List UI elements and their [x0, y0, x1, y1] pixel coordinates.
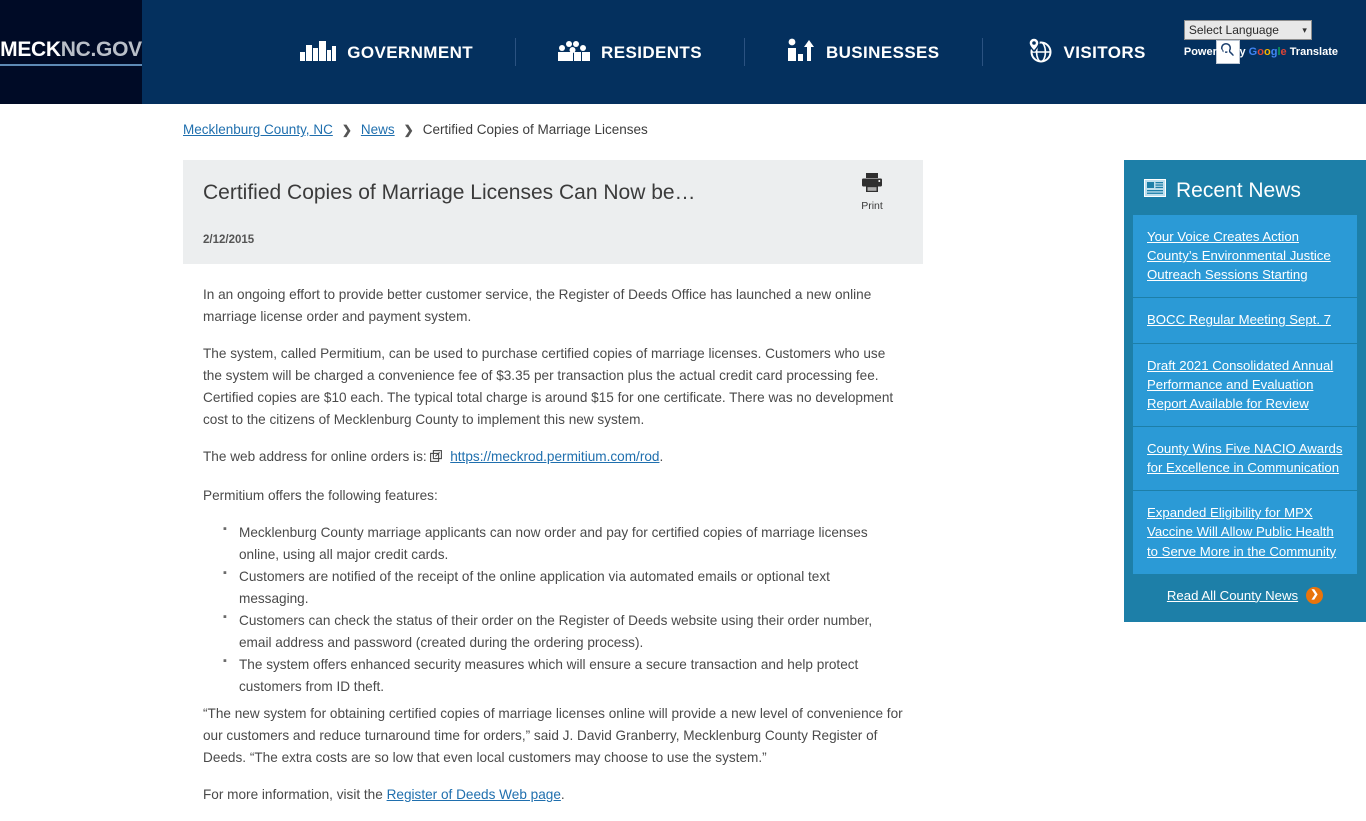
nav-label-residents: RESIDENTS — [601, 42, 702, 62]
breadcrumb-item-home[interactable]: Mecklenburg County, NC — [183, 122, 333, 137]
nav-item-government[interactable]: GOVERNMENT — [258, 39, 515, 66]
read-all-news-row: Read All County News ❯ — [1133, 574, 1357, 608]
printer-icon — [861, 173, 883, 197]
language-widget: Select Language ▾ Powered by Google Tran… — [1183, 20, 1338, 58]
features-list: Mecklenburg County marriage applicants c… — [223, 521, 903, 698]
business-person-arrow-icon — [787, 38, 815, 67]
print-button[interactable]: Print — [861, 172, 883, 212]
news-link[interactable]: BOCC Regular Meeting Sept. 7 — [1147, 310, 1343, 329]
list-item[interactable]: Draft 2021 Consolidated Annual Performan… — [1133, 344, 1357, 427]
quote-paragraph: “The new system for obtaining certified … — [203, 705, 903, 765]
more-information-paragraph: For more information, visit the Register… — [203, 784, 903, 806]
logo-secondary: NC.GOV — [60, 38, 142, 61]
people-group-icon — [558, 39, 591, 66]
logo-primary: MECK — [0, 38, 61, 61]
page-content: Certified Copies of Marriage Licenses Ca… — [183, 160, 1366, 821]
chevron-down-icon: ▾ — [1302, 24, 1307, 35]
recent-news-list: Your Voice Creates Action County’s Envir… — [1133, 215, 1357, 574]
site-header: MECKNC.GOV GOVERNMENT RESIDENTS BUSINESS… — [0, 0, 1366, 104]
print-label: Print — [861, 200, 883, 212]
buildings-icon — [300, 39, 337, 66]
nav-label-government: GOVERNMENT — [347, 42, 474, 62]
list-item[interactable]: Expanded Eligibility for MPX Vaccine Wil… — [1133, 491, 1357, 573]
nav-item-visitors[interactable]: VISITORS — [983, 36, 1188, 68]
site-logo[interactable]: MECKNC.GOV — [0, 0, 142, 104]
breadcrumb-separator: ❯ — [403, 122, 414, 137]
language-selected-value: Select Language — [1188, 23, 1279, 37]
list-item: Customers can check the status of their … — [223, 609, 903, 654]
list-item: Customers are notified of the receipt of… — [223, 565, 903, 610]
news-link[interactable]: Expanded Eligibility for MPX Vaccine Wil… — [1147, 503, 1343, 560]
news-article: Certified Copies of Marriage Licenses Ca… — [183, 160, 923, 821]
breadcrumb: Mecklenburg County, NC ❯ News ❯ Certifie… — [183, 122, 648, 137]
nav-label-businesses: BUSINESSES — [825, 42, 940, 62]
article-paragraph-2: The system, called Permitium, can be use… — [203, 346, 894, 428]
article-date: 2/12/2015 — [203, 234, 255, 247]
more-info-prefix: For more information, visit the — [203, 786, 383, 802]
language-select[interactable]: Select Language ▾ — [1183, 20, 1312, 40]
read-all-county-news-link[interactable]: Read All County News — [1167, 588, 1298, 603]
chevron-right-icon[interactable]: ❯ — [1306, 586, 1324, 604]
list-item[interactable]: County Wins Five NACIO Awards for Excell… — [1133, 427, 1357, 492]
features-intro: Permitium offers the following features: — [203, 488, 438, 504]
recent-news-sidebar: Recent News Your Voice Creates Action Co… — [1124, 160, 1366, 622]
web-address-prefix: The web address for online orders is: — [203, 449, 427, 465]
article-paragraph-1: In an ongoing effort to provide better c… — [203, 287, 872, 325]
primary-navigation: GOVERNMENT RESIDENTS BUSINESSES VISITORS — [142, 0, 1366, 104]
list-item: Mecklenburg County marriage applicants c… — [223, 521, 903, 566]
page-title: Certified Copies of Marriage Licenses Ca… — [203, 181, 696, 204]
news-link[interactable]: County Wins Five NACIO Awards for Excell… — [1147, 439, 1343, 477]
article-body: In an ongoing effort to provide better c… — [183, 264, 923, 805]
register-of-deeds-link[interactable]: Register of Deeds Web page — [387, 787, 561, 802]
breadcrumb-item-news[interactable]: News — [361, 122, 395, 137]
news-link[interactable]: Draft 2021 Consolidated Annual Performan… — [1147, 356, 1343, 413]
sidebar-title: Recent News — [1176, 178, 1301, 202]
nav-label-visitors: VISITORS — [1063, 42, 1146, 62]
article-header: Certified Copies of Marriage Licenses Ca… — [183, 160, 923, 265]
breadcrumb-item-current: Certified Copies of Marriage Licenses — [422, 122, 648, 137]
external-link-icon — [430, 450, 447, 466]
list-item: The system offers enhanced security meas… — [223, 653, 903, 698]
powered-by-text: Powered by — [1183, 46, 1246, 58]
nav-item-businesses[interactable]: BUSINESSES — [745, 38, 982, 67]
more-info-suffix: . — [560, 786, 565, 802]
news-link[interactable]: Your Voice Creates Action County’s Envir… — [1147, 227, 1343, 284]
globe-pin-icon — [1025, 36, 1053, 68]
google-wordmark: Google — [1248, 46, 1287, 58]
arrow-glyph: ❯ — [1310, 589, 1319, 601]
logo-text: MECKNC.GOV — [0, 38, 142, 66]
web-address-suffix: . — [659, 449, 664, 465]
list-item[interactable]: Your Voice Creates Action County’s Envir… — [1133, 215, 1357, 299]
list-item[interactable]: BOCC Regular Meeting Sept. 7 — [1133, 298, 1357, 344]
translate-text: Translate — [1289, 46, 1338, 58]
breadcrumb-separator: ❯ — [341, 122, 352, 137]
permitium-url-link[interactable]: https://meckrod.permitium.com/rod — [450, 449, 659, 464]
powered-by-google-translate: Powered by Google Translate — [1184, 46, 1338, 58]
sidebar-header: Recent News — [1133, 170, 1357, 215]
web-address-paragraph: The web address for online orders is: ht… — [203, 446, 903, 470]
nav-item-residents[interactable]: RESIDENTS — [516, 39, 744, 66]
newspaper-icon — [1144, 178, 1166, 203]
